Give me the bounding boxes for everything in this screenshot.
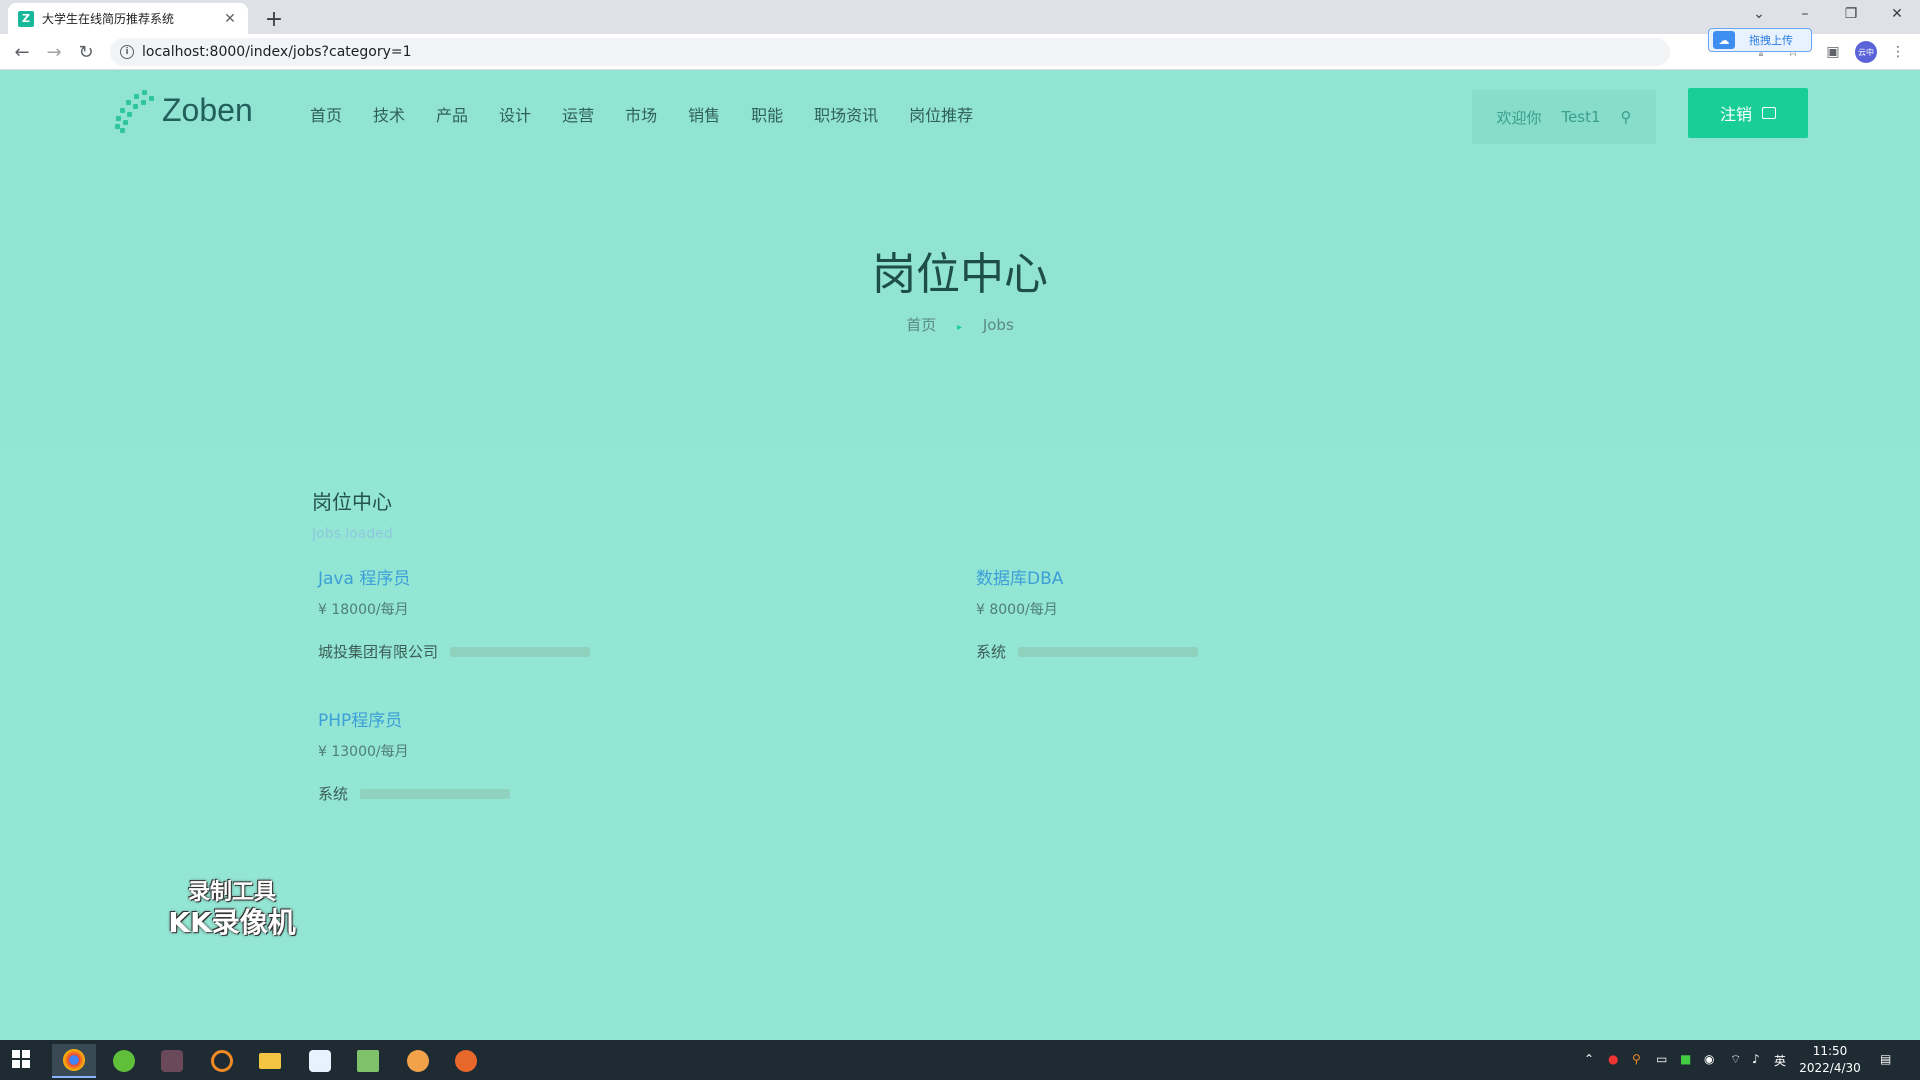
new-tab-button[interactable]: + [260, 5, 288, 33]
clock-time: 11:50 [1812, 1044, 1848, 1058]
tray-app-icon[interactable]: ■ [1680, 1052, 1691, 1066]
browser-tab[interactable]: Z 大学生在线简历推荐系统 ✕ [8, 3, 248, 34]
logo-text: Zoben [162, 91, 253, 128]
nav-operations[interactable]: 运营 [562, 102, 594, 126]
job-salary: ¥ 18000/每月 [318, 602, 409, 618]
forward-button[interactable]: → [42, 40, 66, 64]
cloud-drive-taskbar-icon[interactable] [298, 1044, 342, 1078]
menu-kebab-icon[interactable]: ⋮ [1887, 41, 1909, 63]
reload-button[interactable]: ↻ [74, 40, 98, 64]
url-text: localhost:8000/index/jobs?category=1 [142, 44, 412, 60]
welcome-user-button[interactable]: 欢迎你 Test1 ⚲ [1472, 90, 1656, 144]
profile-avatar[interactable]: 云中 [1855, 41, 1877, 63]
page-title: 岗位中心 [872, 249, 1048, 300]
minimize-button[interactable]: – [1782, 0, 1828, 28]
logout-label: 注销 [1719, 105, 1752, 124]
nav-design[interactable]: 设计 [499, 102, 531, 126]
section-subtitle: Jobs loaded [312, 526, 393, 542]
file-explorer-taskbar-icon[interactable] [248, 1044, 292, 1078]
jobs-section: 岗位中心 Jobs loaded Java 程序员 ¥ 18000/每月 城投集… [0, 448, 1920, 1040]
cloud-icon: ☁ [1713, 31, 1735, 49]
blurred-detail [450, 646, 591, 657]
breadcrumb-current: Jobs [982, 316, 1014, 334]
extension-label: 拖拽上传 [1749, 34, 1793, 47]
browser-tabbar: Z 大学生在线简历推荐系统 ✕ + ⌄ – ❐ ✕ [0, 0, 1920, 34]
job-title-link[interactable]: 数据库DBA [976, 564, 1436, 589]
logo-dots-icon [112, 88, 156, 133]
username-text: Test1 [1561, 108, 1601, 126]
job-salary: ¥ 8000/每月 [976, 602, 1058, 618]
ime-indicator[interactable]: 英 [1774, 1052, 1786, 1069]
logout-button[interactable]: 注销 [1688, 88, 1808, 138]
job-title-link[interactable]: Java 程序员 [318, 564, 778, 589]
breadcrumb-home[interactable]: 首页 [906, 316, 936, 334]
taskbar-clock[interactable]: 11:50 2022/4/30 [1790, 1043, 1870, 1077]
breadcrumb-separator-icon: ▸ [957, 322, 963, 333]
job-company: 城投集团有限公司 [318, 641, 778, 662]
welcome-text: 欢迎你 [1496, 108, 1542, 127]
windows-start-icon[interactable] [12, 1050, 30, 1068]
chrome-taskbar-icon[interactable] [52, 1044, 96, 1078]
windows-taskbar: ⌃ ● ⚲ ▭ ■ ◉ ⌔ ♪ 英 11:50 2022/4/30 ▤ [0, 1040, 1920, 1080]
green-app-taskbar-icon[interactable] [102, 1044, 146, 1078]
blurred-detail [360, 788, 511, 799]
nav-job-recommend[interactable]: 岗位推荐 [909, 102, 973, 126]
tab-search-icon[interactable]: ⌄ [1736, 0, 1782, 28]
section-title: 岗位中心 [312, 490, 392, 514]
breadcrumb: 首页 ▸ Jobs [0, 314, 1920, 335]
job-company-name: 城投集团有限公司 [318, 643, 439, 661]
tray-expand-icon[interactable]: ⌃ [1584, 1052, 1594, 1066]
search-app-taskbar-icon[interactable] [200, 1044, 244, 1078]
tray-volume-icon[interactable]: ♪ [1752, 1052, 1760, 1066]
address-bar[interactable]: i localhost:8000/index/jobs?category=1 [110, 38, 1670, 66]
back-button[interactable]: ← [10, 40, 34, 64]
recorder-watermark: 录制工具 KK录像机 [162, 880, 302, 940]
site-info-icon[interactable]: i [120, 45, 134, 59]
job-salary: ¥ 13000/每月 [318, 744, 409, 760]
watermark-line2: KK录像机 [168, 906, 296, 940]
job-title-link[interactable]: PHP程序员 [318, 706, 778, 731]
logout-icon [1762, 107, 1776, 119]
notepad-taskbar-icon[interactable] [346, 1044, 390, 1078]
close-window-button[interactable]: ✕ [1874, 0, 1920, 28]
job-card[interactable]: PHP程序员 ¥ 13000/每月 系统 [318, 706, 778, 804]
job-card[interactable]: Java 程序员 ¥ 18000/每月 城投集团有限公司 [318, 564, 778, 662]
notification-center-icon[interactable]: ▤ [1880, 1052, 1891, 1066]
nav-market[interactable]: 市场 [625, 102, 657, 126]
site-logo[interactable]: Zoben [112, 88, 253, 133]
nav-functions[interactable]: 职能 [751, 102, 783, 126]
browser-toolbar: ← → ↻ i localhost:8000/index/jobs?catego… [0, 34, 1920, 70]
tab-title: 大学生在线简历推荐系统 [42, 12, 175, 26]
clock-date: 2022/4/30 [1799, 1061, 1861, 1075]
nav-product[interactable]: 产品 [436, 102, 468, 126]
user-icon: ⚲ [1620, 108, 1632, 126]
nav-tech[interactable]: 技术 [373, 102, 405, 126]
game-app-taskbar-icon[interactable] [150, 1044, 194, 1078]
nav-home[interactable]: 首页 [310, 102, 342, 126]
nav-sales[interactable]: 销售 [688, 102, 720, 126]
job-company: 系统 [976, 641, 1436, 662]
blurred-detail [1018, 646, 1199, 657]
restore-button[interactable]: ❐ [1828, 0, 1874, 28]
site-favicon-icon: Z [18, 10, 34, 27]
tray-antivirus-icon[interactable]: ● [1608, 1052, 1618, 1066]
job-company: 系统 [318, 783, 778, 804]
job-company-name: 系统 [318, 785, 349, 803]
tray-network-icon[interactable]: ⌔ [1730, 1052, 1741, 1067]
tray-qq-icon[interactable]: ◉ [1704, 1052, 1714, 1066]
tray-battery-icon[interactable]: ▭ [1656, 1052, 1667, 1066]
orange-app-taskbar-icon[interactable] [396, 1044, 440, 1078]
job-company-name: 系统 [976, 643, 1007, 661]
nav-career-news[interactable]: 职场资讯 [814, 102, 878, 126]
tab-close-icon[interactable]: ✕ [222, 11, 238, 27]
recorder-taskbar-icon[interactable] [444, 1044, 488, 1078]
drag-upload-extension[interactable]: ☁ 拖拽上传 [1708, 28, 1812, 52]
side-panel-icon[interactable]: ▣ [1822, 41, 1844, 63]
tray-search-icon[interactable]: ⚲ [1632, 1052, 1641, 1066]
main-nav: 首页 技术 产品 设计 运营 市场 销售 职能 职场资讯 岗位推荐 [310, 102, 1004, 126]
job-card[interactable]: 数据库DBA ¥ 8000/每月 系统 [976, 564, 1436, 662]
watermark-line1: 录制工具 [187, 880, 276, 905]
